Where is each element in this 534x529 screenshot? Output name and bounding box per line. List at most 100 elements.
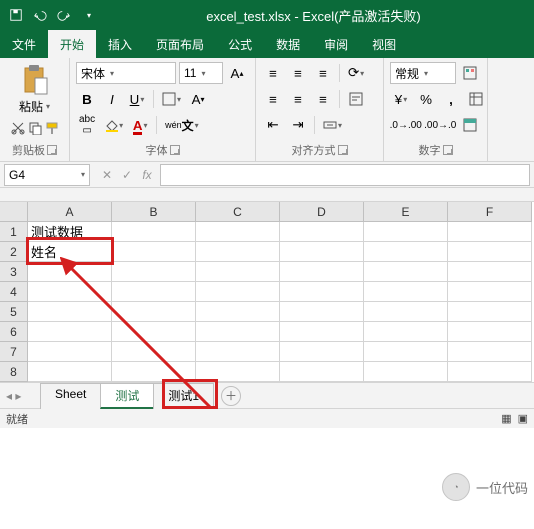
format-table-icon[interactable] (465, 88, 487, 110)
cell-B8[interactable] (112, 362, 196, 382)
ribbon-tab-7[interactable]: 视图 (360, 30, 408, 58)
align-middle-icon[interactable]: ≡ (287, 62, 309, 84)
ruby-button[interactable]: wén文▾ (162, 114, 202, 136)
col-header[interactable]: E (364, 202, 448, 222)
cell-E4[interactable] (364, 282, 448, 302)
cell-B5[interactable] (112, 302, 196, 322)
cell-D8[interactable] (280, 362, 364, 382)
ribbon-tab-5[interactable]: 数据 (264, 30, 312, 58)
align-center-icon[interactable]: ≡ (287, 88, 309, 110)
sheet-tab[interactable]: Sheet (40, 383, 101, 409)
cell-C8[interactable] (196, 362, 280, 382)
name-box[interactable]: G4▾ (4, 164, 90, 186)
align-left-icon[interactable]: ≡ (262, 88, 284, 110)
cell-B3[interactable] (112, 262, 196, 282)
phonetic-button[interactable]: abc▭ (76, 114, 98, 136)
formula-input[interactable] (160, 164, 530, 186)
row-header[interactable]: 1 (0, 222, 28, 242)
cell-B6[interactable] (112, 322, 196, 342)
percent-icon[interactable]: % (415, 88, 437, 110)
cell-D2[interactable] (280, 242, 364, 262)
cell-E5[interactable] (364, 302, 448, 322)
cell-D7[interactable] (280, 342, 364, 362)
cell-D3[interactable] (280, 262, 364, 282)
view-layout-icon[interactable]: ▣ (518, 412, 528, 425)
cut-icon[interactable] (11, 121, 25, 138)
cell-F5[interactable] (448, 302, 532, 322)
row-header[interactable]: 8 (0, 362, 28, 382)
border-button[interactable]: ▾ (159, 88, 184, 110)
cell-C6[interactable] (196, 322, 280, 342)
col-header[interactable]: C (196, 202, 280, 222)
clipboard-dialog-launcher[interactable] (47, 145, 57, 155)
currency-icon[interactable]: ¥▾ (390, 88, 412, 110)
align-dialog-launcher[interactable] (338, 145, 348, 155)
align-top-icon[interactable]: ≡ (262, 62, 284, 84)
cell-E7[interactable] (364, 342, 448, 362)
cell-B7[interactable] (112, 342, 196, 362)
ribbon-tab-0[interactable]: 文件 (0, 30, 48, 58)
cell-A4[interactable] (28, 282, 112, 302)
cell-F4[interactable] (448, 282, 532, 302)
font-size-combo[interactable]: 11▾ (179, 62, 223, 84)
cell-D6[interactable] (280, 322, 364, 342)
font-color-button[interactable]: A▾ (129, 114, 151, 136)
redo-icon[interactable] (54, 5, 74, 25)
cell-F8[interactable] (448, 362, 532, 382)
format-painter-icon[interactable] (45, 121, 59, 138)
cell-B2[interactable] (112, 242, 196, 262)
row-header[interactable]: 5 (0, 302, 28, 322)
cell-A2[interactable]: 姓名 (28, 242, 112, 262)
ribbon-tab-1[interactable]: 开始 (48, 30, 96, 58)
cell-A7[interactable] (28, 342, 112, 362)
cell-F6[interactable] (448, 322, 532, 342)
new-sheet-button[interactable]: ＋ (221, 386, 241, 406)
sheet-tab[interactable]: 测试 (100, 383, 154, 409)
increase-indent-icon[interactable]: ⇥ (287, 114, 309, 136)
ribbon-tab-3[interactable]: 页面布局 (144, 30, 216, 58)
paste-icon[interactable] (21, 64, 49, 96)
copy-icon[interactable] (28, 121, 42, 138)
increase-font-icon[interactable]: A▴ (226, 62, 248, 84)
ribbon-tab-4[interactable]: 公式 (216, 30, 264, 58)
fx-icon[interactable]: fx (138, 168, 156, 182)
number-format-combo[interactable]: 常规▾ (390, 62, 456, 84)
bold-button[interactable]: B (76, 88, 98, 110)
cond-format-icon[interactable] (459, 62, 481, 84)
cell-B4[interactable] (112, 282, 196, 302)
cell-F7[interactable] (448, 342, 532, 362)
comma-icon[interactable]: , (440, 88, 462, 110)
cell-A1[interactable]: 测试数据 (28, 222, 112, 242)
cell-A8[interactable] (28, 362, 112, 382)
row-header[interactable]: 7 (0, 342, 28, 362)
cell-C5[interactable] (196, 302, 280, 322)
save-icon[interactable] (6, 5, 26, 25)
sheet-tab[interactable]: 测试1 (153, 383, 214, 409)
row-header[interactable]: 4 (0, 282, 28, 302)
cell-C1[interactable] (196, 222, 280, 242)
row-header[interactable]: 3 (0, 262, 28, 282)
cell-B1[interactable] (112, 222, 196, 242)
cell-F1[interactable] (448, 222, 532, 242)
undo-icon[interactable] (30, 5, 50, 25)
cell-A3[interactable] (28, 262, 112, 282)
cell-E6[interactable] (364, 322, 448, 342)
paste-button[interactable]: 粘贴 (19, 98, 43, 115)
decrease-indent-icon[interactable]: ⇤ (262, 114, 284, 136)
cell-C3[interactable] (196, 262, 280, 282)
tab-nav[interactable]: ◂ ▸ (6, 389, 21, 403)
cell-E8[interactable] (364, 362, 448, 382)
font-name-combo[interactable]: 宋体▾ (76, 62, 176, 84)
decrease-decimal-icon[interactable]: .00→.0 (425, 114, 457, 136)
decrease-font-icon[interactable]: A▾ (187, 88, 209, 110)
select-all-corner[interactable] (0, 202, 28, 222)
increase-decimal-icon[interactable]: .0→.00 (390, 114, 422, 136)
col-header[interactable]: F (448, 202, 532, 222)
cell-A5[interactable] (28, 302, 112, 322)
cell-C7[interactable] (196, 342, 280, 362)
cell-F2[interactable] (448, 242, 532, 262)
ribbon-tab-6[interactable]: 审阅 (312, 30, 360, 58)
row-header[interactable]: 2 (0, 242, 28, 262)
col-header[interactable]: B (112, 202, 196, 222)
cell-F3[interactable] (448, 262, 532, 282)
